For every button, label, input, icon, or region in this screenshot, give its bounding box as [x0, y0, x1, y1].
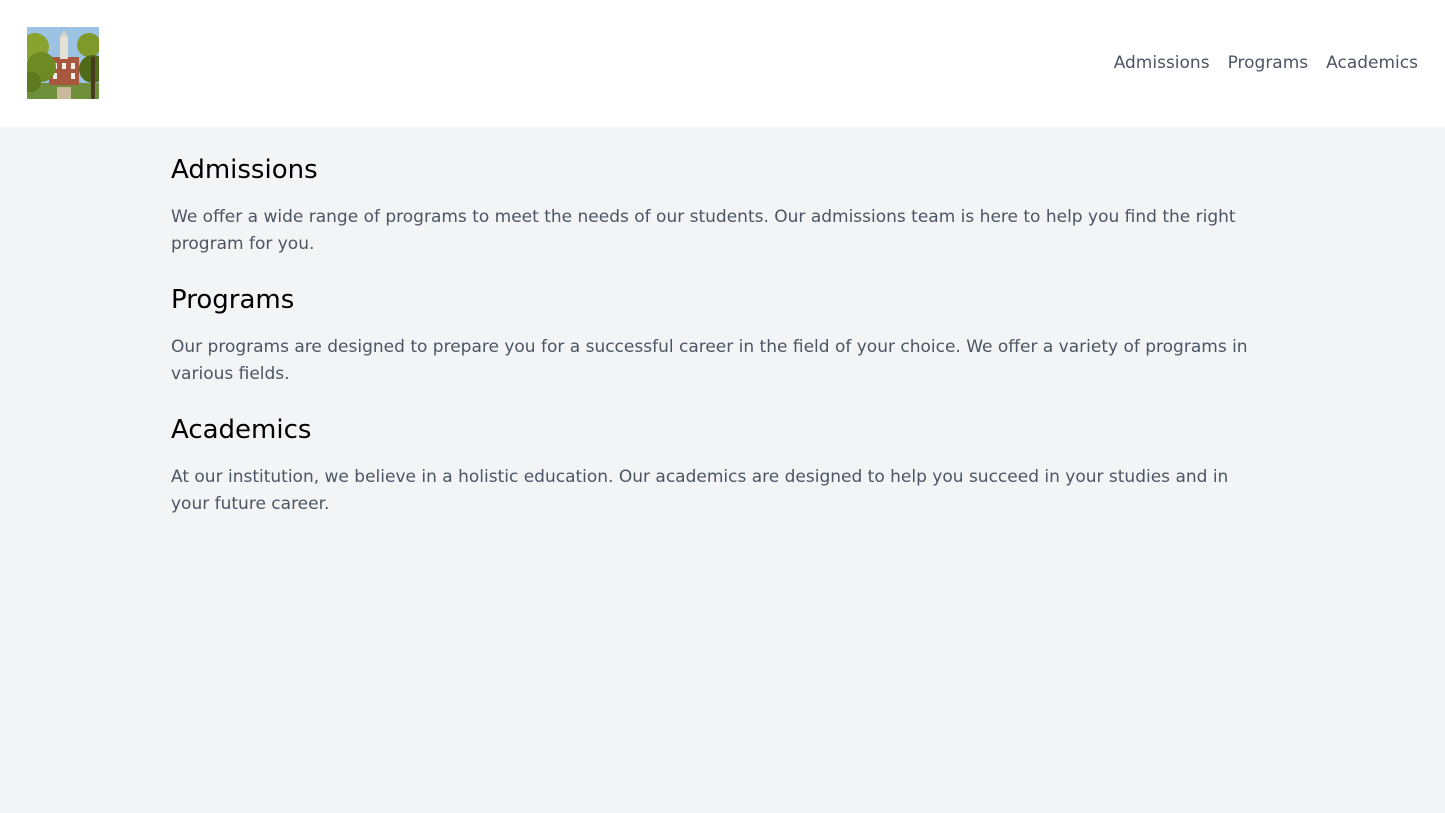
section-body: At our institution, we believe in a holi… [171, 467, 1229, 514]
section-admissions: Admissions We offer a wide range of prog… [171, 150, 1271, 258]
site-header: Admissions Programs Academics [0, 0, 1445, 127]
section-body: We offer a wide range of programs to mee… [171, 207, 1236, 254]
campus-building-icon [27, 27, 99, 99]
nav-link-admissions[interactable]: Admissions [1114, 50, 1210, 76]
section-body: Our programs are designed to prepare you… [171, 337, 1248, 384]
section-programs: Programs Our programs are designed to pr… [171, 280, 1271, 388]
nav-link-programs[interactable]: Programs [1228, 50, 1309, 76]
section-title: Academics [171, 415, 312, 445]
main-content: Admissions We offer a wide range of prog… [171, 150, 1271, 540]
section-title: Admissions [171, 155, 318, 185]
section-academics: Academics At our institution, we believe… [171, 410, 1271, 518]
main-nav: Admissions Programs Academics [1114, 50, 1418, 76]
logo-image[interactable] [27, 27, 99, 99]
section-title: Programs [171, 285, 295, 315]
nav-link-academics[interactable]: Academics [1326, 50, 1418, 76]
